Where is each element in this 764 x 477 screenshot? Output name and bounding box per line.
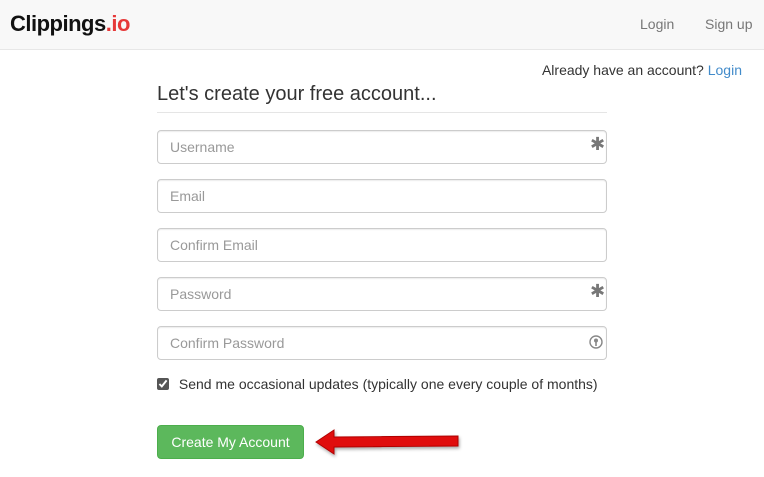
updates-checkbox[interactable] — [157, 378, 169, 390]
existing-account-prompt: Already have an account? Login — [542, 62, 742, 78]
login-link[interactable]: Login — [708, 62, 742, 78]
username-input[interactable] — [157, 130, 607, 164]
confirm-password-field-group — [157, 326, 607, 360]
nav-login-link[interactable]: Login — [640, 16, 674, 32]
updates-checkbox-row[interactable]: Send me occasional updates (typically on… — [157, 376, 598, 392]
email-input[interactable] — [157, 179, 607, 213]
red-arrow-icon — [315, 429, 459, 455]
brand-tld: .io — [105, 11, 131, 36]
confirm-email-field-group — [157, 228, 607, 262]
email-field-group — [157, 179, 607, 213]
existing-account-text: Already have an account? — [541, 62, 704, 78]
confirm-password-input[interactable] — [157, 326, 607, 360]
form-heading: Let's create your free account... — [157, 83, 607, 113]
password-field-group: ✱ — [157, 277, 607, 311]
key-icon[interactable] — [589, 335, 603, 349]
updates-checkbox-label: Send me occasional updates (typically on… — [178, 376, 598, 392]
create-account-button[interactable]: Create My Account — [157, 425, 304, 459]
brand-logo[interactable]: Clippings.io — [10, 11, 130, 37]
username-field-group: ✱ — [157, 130, 607, 164]
nav-signup-link[interactable]: Sign up — [705, 16, 752, 32]
password-input[interactable] — [157, 277, 607, 311]
brand-name: Clippings — [10, 11, 106, 36]
navbar: Clippings.io Login Sign up — [0, 0, 764, 50]
asterisk-icon: ✱ — [590, 134, 606, 154]
asterisk-icon: ✱ — [590, 281, 606, 301]
confirm-email-input[interactable] — [157, 228, 607, 262]
